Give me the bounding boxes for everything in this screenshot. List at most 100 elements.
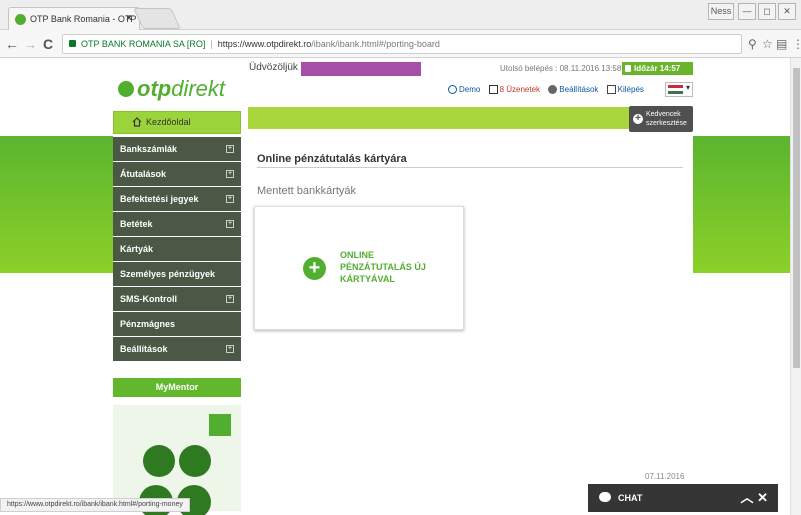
browser-tabstrip: OTP Bank Romania - OTP × Ness — ◻ ✕ [0, 0, 801, 31]
sidebar-item-label: Befektetési jegyek [120, 194, 199, 204]
expand-icon: + [226, 145, 234, 153]
logout-label: Kilépés [617, 85, 644, 94]
green-header-bar [248, 107, 693, 129]
chevron-down-icon: ▾ [686, 83, 691, 92]
sidebar-menu: Bankszámlák + Átutalások + Befektetési jeg… [113, 137, 241, 362]
expand-icon: + [226, 220, 234, 228]
plus-icon: + [303, 257, 326, 280]
add-new-card-tile[interactable]: + ONLINE PÉNZÁTUTALÁS ÚJ KÁRTYÁVAL [254, 206, 464, 330]
forward-icon[interactable]: → [22, 35, 38, 53]
add-card-line-3: KÁRTYÁVAL [340, 274, 395, 284]
chat-bubble-icon [599, 492, 611, 502]
favorites-label-1: Kedvencek [646, 111, 681, 118]
extension-icon[interactable]: ⚲ [748, 35, 757, 53]
tab-title: OTP Bank Romania - OTP [30, 14, 137, 24]
add-card-label: ONLINE PÉNZÁTUTALÁS ÚJ KÁRTYÁVAL [340, 249, 455, 285]
top-menu: Demo 8 Üzenetek Beállítások Kilépés [448, 85, 650, 99]
footer-date: 07.11.2016 [645, 472, 685, 481]
redacted-username [301, 62, 421, 76]
promo-circle-icon [143, 445, 175, 477]
page-title: Online pénzátutalás kártyára [257, 153, 407, 165]
favorites-label-2: szerkesztése [646, 120, 687, 127]
promo-banner[interactable] [113, 405, 241, 515]
demo-icon [448, 85, 457, 94]
sidebar-item-sms-kontroll[interactable]: SMS-Kontroll + [113, 287, 241, 312]
expand-icon: + [226, 345, 234, 353]
expand-icon: + [226, 295, 234, 303]
logo-otp-text: otp [137, 76, 172, 101]
edit-favorites-button[interactable]: + Kedvencek szerkesztése [629, 106, 693, 132]
add-card-line-1: ONLINE [340, 250, 375, 260]
sidebar-item-label: Átutalások [120, 169, 167, 179]
chat-controls[interactable]: ︿ ✕ [740, 484, 768, 512]
envelope-icon [488, 85, 498, 94]
mymentor-button[interactable]: MyMentor [113, 378, 241, 397]
chat-widget[interactable]: CHAT ︿ ✕ [588, 484, 778, 512]
demo-label: Demo [459, 85, 481, 94]
url-input[interactable]: OTP BANK ROMANIA SA [RO] | https://www.otp… [62, 34, 742, 54]
title-divider [257, 167, 683, 168]
expand-icon: + [226, 195, 234, 203]
saved-cards-heading: Mentett bankkártyák [257, 185, 357, 197]
window-user-button[interactable]: Ness [708, 3, 734, 20]
secure-lock-icon [69, 40, 76, 47]
sidebar-item-label: Betétek [120, 219, 153, 229]
sidebar-item-label: Kártyák [120, 244, 154, 254]
browser-tab[interactable]: OTP Bank Romania - OTP × [8, 7, 140, 31]
sidebar-item-szemelyes-penzugyek[interactable]: Személyes pénzügyek [113, 262, 241, 287]
gear-icon [548, 85, 558, 94]
home-icon [132, 117, 142, 127]
home-button[interactable]: Kezdőoldal [113, 111, 241, 134]
sidebar-item-label: Pénzmágnes [120, 319, 176, 329]
logout-icon [606, 85, 616, 94]
close-tab-icon[interactable]: × [126, 8, 132, 30]
add-card-line-2: PÉNZÁTUTALÁS ÚJ [340, 262, 426, 272]
otp-logo-icon [118, 81, 134, 97]
extension-icon-2[interactable]: ▤ [776, 35, 787, 53]
new-tab-button[interactable] [133, 8, 181, 29]
sidebar-item-betetek[interactable]: Betétek + [113, 212, 241, 237]
sidebar-item-befektetesi-jegyek[interactable]: Befektetési jegyek + [113, 187, 241, 212]
otpdirekt-logo[interactable]: otpdirekt [118, 76, 238, 102]
maximize-button[interactable]: ◻ [758, 3, 776, 20]
sidebar-item-label: Személyes pénzügyek [120, 269, 216, 279]
back-icon[interactable]: ← [4, 35, 20, 53]
otp-logo-icon [209, 414, 231, 436]
sidebar-item-penzmagnes[interactable]: Pénzmágnes [113, 312, 241, 337]
green-band-left [0, 136, 113, 273]
plus-icon: + [633, 114, 643, 124]
address-bar-row: ← → C OTP BANK ROMANIA SA [RO] | https://w… [0, 30, 801, 58]
language-select[interactable]: ▾ [665, 82, 693, 97]
url-host: https://www.otpdirekt.ro [217, 39, 312, 49]
welcome-label: Üdvözöljük [249, 62, 298, 73]
url-path: /ibank/ibank.html#/porting-board [311, 39, 440, 49]
page-scrollbar[interactable] [790, 58, 801, 515]
url-site-identity: OTP BANK ROMANIA SA [RO] [81, 39, 206, 49]
reload-icon[interactable]: C [40, 35, 56, 53]
session-timer-badge: Időzár 14:57 [622, 62, 693, 75]
last-login-text: Utolsó belépés : 08.11.2016 13:58:10 [500, 64, 633, 73]
status-url-bubble: https://www.otpdirekt.ro/ibank/ibank.htm… [0, 498, 190, 512]
settings-label: Beállítások [559, 85, 599, 94]
demo-link[interactable]: Demo [448, 85, 480, 94]
sidebar-item-beallitasok[interactable]: Beállítások + [113, 337, 241, 362]
sidebar-item-label: Beállítások [120, 344, 168, 354]
browser-menu-icon[interactable]: ⋮ [792, 35, 801, 53]
minimize-button[interactable]: — [738, 3, 756, 20]
settings-link[interactable]: Beállítások [548, 85, 598, 94]
messages-link[interactable]: 8 Üzenetek [488, 85, 541, 94]
messages-label: 8 Üzenetek [499, 85, 541, 94]
expand-icon: + [226, 170, 234, 178]
logo-direkt-text: direkt [171, 76, 225, 101]
bookmark-star-icon[interactable]: ☆ [762, 35, 773, 53]
sidebar-item-label: Bankszámlák [120, 144, 178, 154]
otp-favicon-icon [15, 14, 26, 25]
logout-link[interactable]: Kilépés [606, 85, 644, 94]
sidebar-item-atutalasok[interactable]: Átutalások + [113, 162, 241, 187]
home-label: Kezdőoldal [146, 117, 191, 127]
scrollbar-thumb[interactable] [793, 68, 800, 368]
lock-icon [625, 65, 631, 72]
sidebar-item-bankszamlak[interactable]: Bankszámlák + [113, 137, 241, 162]
sidebar-item-kartyak[interactable]: Kártyák [113, 237, 241, 262]
close-window-button[interactable]: ✕ [778, 3, 796, 20]
